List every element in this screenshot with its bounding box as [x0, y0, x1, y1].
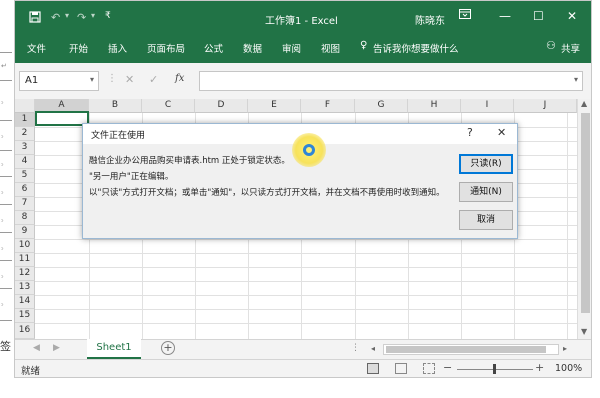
ribbon-tabs: 文件 开始 插入 页面布局 公式 数据 审阅 视图 ♀ 告诉我你想要做什么 ⚇ … — [15, 39, 591, 63]
page-layout-view-icon[interactable] — [395, 363, 407, 374]
active-cell-a1[interactable] — [35, 111, 89, 126]
hscroll-thumb[interactable] — [386, 346, 546, 353]
column-header[interactable]: H — [408, 99, 461, 113]
dialog-message-editing: "另一用户"正在编辑。 — [89, 172, 174, 182]
column-header[interactable]: D — [195, 99, 248, 113]
zoom-level[interactable]: 100% — [555, 363, 582, 374]
tab-file[interactable]: 文件 — [27, 41, 46, 55]
scroll-down-icon[interactable]: ▼ — [581, 327, 587, 336]
zoom-out-icon[interactable]: − — [443, 361, 452, 374]
name-box[interactable]: A1 ▾ — [19, 71, 99, 91]
horizontal-scrollbar[interactable] — [383, 344, 559, 355]
window-title: 工作簿1 - Excel — [265, 16, 338, 27]
page-break-view-icon[interactable] — [423, 363, 435, 374]
close-icon[interactable]: ✕ — [567, 9, 577, 23]
row-header[interactable]: 15 — [15, 309, 35, 323]
read-only-button[interactable]: 只读(R) — [459, 154, 513, 174]
tab-review[interactable]: 审阅 — [282, 41, 301, 55]
dialog-message-instructions: 以"只读"方式打开文档；或单击"通知"，以只读方式打开文档，并在文档不再使用时收… — [89, 188, 445, 198]
scroll-left-icon[interactable]: ◂ — [371, 344, 375, 353]
busy-ring — [303, 144, 315, 156]
chevron-down-icon[interactable]: ▾ — [90, 75, 94, 84]
tab-formulas[interactable]: 公式 — [204, 41, 223, 55]
dialog-close-icon[interactable]: ✕ — [497, 126, 506, 139]
busy-spinner-icon — [292, 133, 326, 167]
background-document-text: 签 — [0, 340, 11, 353]
insert-function-button[interactable]: fx — [175, 73, 184, 84]
cancel-button[interactable]: 取消 — [459, 210, 513, 230]
row-header[interactable]: 6 — [15, 183, 35, 197]
tab-page-layout[interactable]: 页面布局 — [147, 41, 185, 55]
undo-dropdown-icon[interactable]: ▾ — [65, 11, 69, 20]
lightbulb-icon: ♀ — [360, 40, 368, 51]
formula-bar: A1 ▾ ⋮ ✕ ✓ fx ▾ — [15, 63, 591, 99]
scroll-up-icon[interactable]: ▲ — [581, 99, 587, 108]
row-header[interactable]: 9 — [15, 225, 35, 239]
formula-input[interactable]: ▾ — [199, 71, 583, 91]
column-header[interactable]: E — [248, 99, 301, 113]
cancel-formula-icon[interactable]: ✕ — [125, 73, 134, 86]
column-header[interactable]: J — [514, 99, 577, 113]
sheet-tab-bar: ◀ ▶ Sheet1 + ⋮ ◂ ▸ — [15, 339, 591, 359]
user-name[interactable]: 陈晓东 — [415, 12, 445, 27]
enter-formula-icon[interactable]: ✓ — [149, 73, 158, 86]
maximize-icon[interactable]: ☐ — [533, 9, 544, 23]
row-header[interactable]: 3 — [15, 141, 35, 155]
customize-qat-icon[interactable]: ₹ — [105, 11, 111, 21]
redo-dropdown-icon[interactable]: ▾ — [91, 11, 95, 20]
row-header[interactable]: 14 — [15, 295, 35, 309]
row-header[interactable]: 8 — [15, 211, 35, 225]
tab-view[interactable]: 视图 — [321, 41, 340, 55]
ribbon-options-icon[interactable] — [459, 9, 471, 22]
column-header[interactable]: B — [89, 99, 142, 113]
row-header[interactable]: 12 — [15, 267, 35, 281]
tab-home[interactable]: 开始 — [69, 41, 88, 55]
share-button[interactable]: 共享 — [561, 41, 580, 55]
redo-icon[interactable]: ↷ — [77, 11, 86, 24]
notify-button[interactable]: 通知(N) — [459, 182, 513, 202]
normal-view-icon[interactable] — [367, 363, 379, 374]
column-header[interactable]: F — [301, 99, 355, 113]
vertical-scrollbar[interactable]: ▲ ▼ — [577, 99, 591, 339]
title-bar: ↶ ▾ ↷ ▾ ₹ 工作簿1 - Excel 陈晓东 — ☐ ✕ — [15, 1, 591, 39]
row-header[interactable]: 7 — [15, 197, 35, 211]
row-header[interactable]: 10 — [15, 239, 35, 253]
column-header[interactable]: G — [355, 99, 408, 113]
row-header[interactable]: 13 — [15, 281, 35, 295]
expand-formula-icon[interactable]: ▾ — [574, 75, 578, 84]
more-options-icon: ⋮ — [107, 73, 117, 84]
row-header[interactable]: 16 — [15, 323, 35, 339]
select-all-corner[interactable] — [15, 99, 35, 113]
minimize-icon[interactable]: — — [499, 9, 511, 23]
row-header[interactable]: 4 — [15, 155, 35, 169]
scroll-right-icon[interactable]: ▸ — [563, 344, 567, 353]
row-header[interactable]: 5 — [15, 169, 35, 183]
add-sheet-icon[interactable]: + — [161, 341, 175, 355]
dialog-title: 文件正在使用 — [91, 131, 146, 141]
prev-sheet-icon[interactable]: ◀ — [33, 343, 40, 353]
row-header[interactable]: 2 — [15, 127, 35, 141]
row-header[interactable]: 1 — [15, 113, 35, 127]
more-options-icon: ⋮ — [351, 343, 360, 353]
person-icon: ⚇ — [546, 39, 556, 52]
zoom-slider-thumb[interactable] — [493, 364, 496, 374]
dialog-message-locked: 融信企业办公用品购买申请表.htm 正处于锁定状态。 — [89, 156, 290, 166]
status-ready: 就绪 — [21, 366, 41, 377]
column-header[interactable]: I — [461, 99, 514, 113]
status-bar: 就绪 − + 100% — [15, 359, 591, 377]
scroll-thumb[interactable] — [581, 113, 590, 313]
name-box-value: A1 — [25, 75, 39, 86]
help-icon[interactable]: ? — [467, 126, 473, 139]
row-header[interactable]: 11 — [15, 253, 35, 267]
tab-insert[interactable]: 插入 — [108, 41, 127, 55]
tell-me-search[interactable]: 告诉我你想要做什么 — [373, 41, 459, 55]
column-header[interactable]: C — [142, 99, 195, 113]
sheet-tab-sheet1[interactable]: Sheet1 — [87, 339, 141, 359]
next-sheet-icon[interactable]: ▶ — [53, 343, 60, 353]
excel-window: ↶ ▾ ↷ ▾ ₹ 工作簿1 - Excel 陈晓东 — ☐ ✕ 文件 开始 插… — [14, 0, 592, 378]
save-icon[interactable] — [29, 11, 41, 26]
tab-data[interactable]: 数据 — [243, 41, 262, 55]
undo-icon[interactable]: ↶ — [51, 11, 60, 24]
zoom-in-icon[interactable]: + — [535, 361, 544, 374]
